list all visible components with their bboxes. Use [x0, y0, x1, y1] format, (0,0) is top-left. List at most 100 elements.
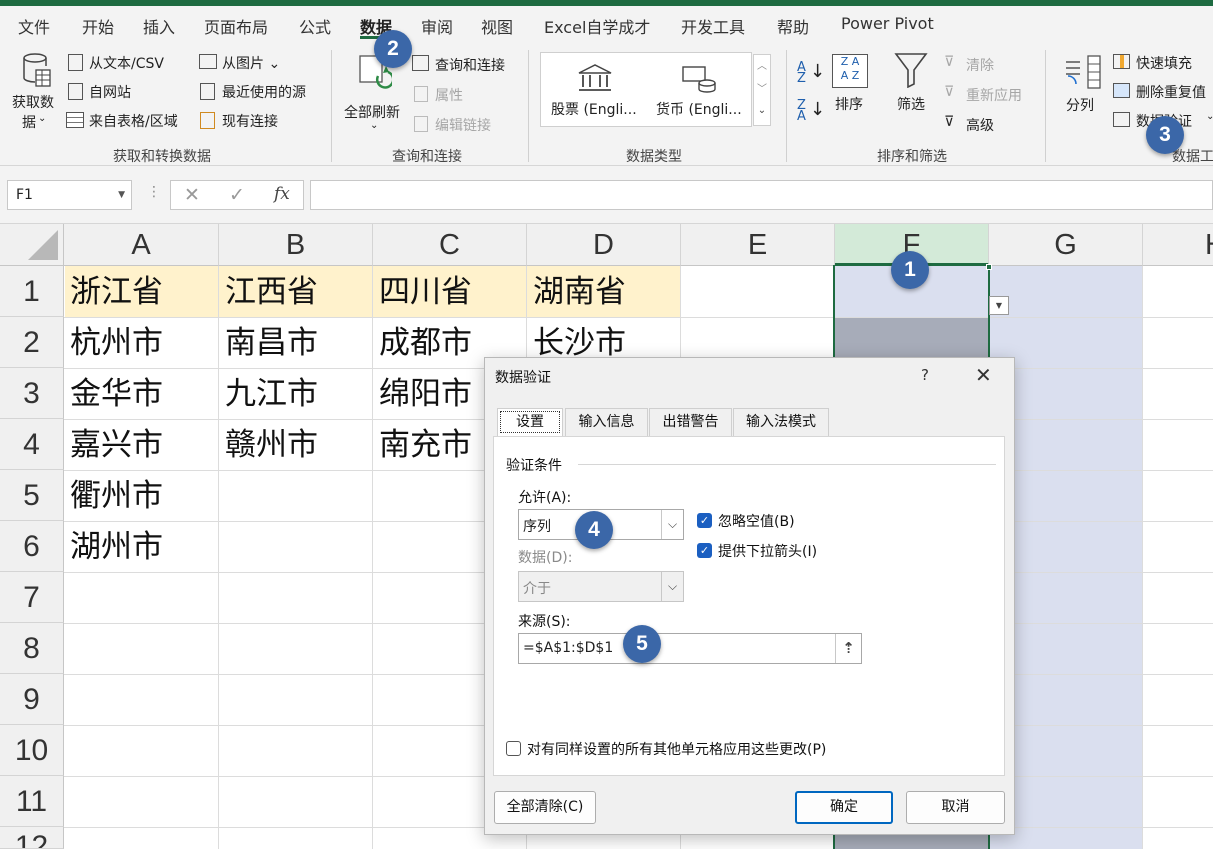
- sort-descending-icon[interactable]: ZA: [797, 99, 806, 123]
- apply-all-checkbox[interactable]: [506, 741, 521, 756]
- filter-funnel-icon[interactable]: [894, 52, 928, 88]
- fill-handle[interactable]: [986, 264, 992, 270]
- column-header-g[interactable]: G: [989, 224, 1143, 266]
- apply-all-label[interactable]: 对有同样设置的所有其他单元格应用这些更改(P): [527, 739, 826, 759]
- recent-sources-button[interactable]: 最近使用的源: [222, 82, 306, 102]
- row-header-3[interactable]: 3: [0, 368, 64, 419]
- from-text-csv-button[interactable]: 从文本/CSV: [89, 53, 164, 73]
- data-select[interactable]: 介于 ⌵: [518, 571, 684, 602]
- cell-a6[interactable]: 湖州市: [64, 522, 163, 572]
- row-header-1[interactable]: 1: [0, 266, 64, 317]
- tab-input-message[interactable]: 输入信息: [565, 408, 648, 436]
- dropdown-arrow-checkbox[interactable]: ✓: [697, 543, 712, 558]
- flash-fill-button[interactable]: 快速填充: [1136, 53, 1192, 73]
- cell-b4[interactable]: 赣州市: [219, 420, 318, 470]
- tab-help[interactable]: 帮助: [777, 14, 809, 38]
- ok-button[interactable]: 确定: [795, 791, 893, 824]
- drag-handle-icon[interactable]: ⋮: [147, 184, 161, 200]
- cell-c4[interactable]: 南充市: [373, 420, 472, 470]
- row-header-6[interactable]: 6: [0, 521, 64, 572]
- cell-b3[interactable]: 九江市: [219, 369, 318, 419]
- tab-excel-tips[interactable]: Excel自学成才: [544, 14, 650, 38]
- cell-b2[interactable]: 南昌市: [219, 318, 318, 368]
- clear-button[interactable]: 清除: [966, 55, 994, 75]
- reapply-button[interactable]: 重新应用: [966, 85, 1022, 105]
- row-header-4[interactable]: 4: [0, 419, 64, 470]
- close-icon[interactable]: ✕: [975, 363, 992, 387]
- cell-b1[interactable]: 江西省: [219, 267, 318, 317]
- cancel-icon[interactable]: ✕: [184, 184, 200, 206]
- cell-a4[interactable]: 嘉兴市: [64, 420, 163, 470]
- chevron-down-icon[interactable]: ▼: [118, 190, 125, 200]
- row-header-8[interactable]: 8: [0, 623, 64, 674]
- column-header-a[interactable]: A: [64, 224, 219, 266]
- get-data-button[interactable]: 获取数 据 ⌄: [12, 50, 60, 140]
- cell-a1[interactable]: 浙江省: [64, 267, 163, 317]
- sort-button[interactable]: 排序: [835, 94, 863, 114]
- formula-input[interactable]: [310, 180, 1213, 210]
- tab-home[interactable]: 开始: [82, 14, 114, 38]
- from-web-button[interactable]: 自网站: [89, 82, 131, 102]
- clear-all-button[interactable]: 全部清除(C): [494, 791, 596, 824]
- sort-grid-icon[interactable]: Z AA Z: [832, 54, 868, 88]
- cell-c1[interactable]: 四川省: [373, 267, 472, 317]
- column-header-b[interactable]: B: [219, 224, 373, 266]
- currency-button[interactable]: 货币 (Engli...: [656, 99, 742, 119]
- edit-links-button[interactable]: 编辑链接: [435, 115, 491, 135]
- confirm-icon[interactable]: ✓: [229, 184, 245, 206]
- row-header-11[interactable]: 11: [0, 776, 64, 827]
- text-to-columns-icon[interactable]: [1062, 54, 1102, 90]
- cell-a5[interactable]: 衢州市: [64, 471, 163, 521]
- select-all-corner[interactable]: [0, 224, 64, 266]
- column-header-e[interactable]: E: [681, 224, 835, 266]
- advanced-button[interactable]: 高级: [966, 115, 994, 135]
- gallery-scroll[interactable]: ︿ ﹀ ⌄: [753, 54, 771, 126]
- from-picture-button[interactable]: 从图片 ⌄: [222, 53, 280, 73]
- column-header-d[interactable]: D: [527, 224, 681, 266]
- tab-settings[interactable]: 设置: [497, 408, 563, 436]
- existing-connections-button[interactable]: 现有连接: [222, 111, 278, 131]
- chevron-down-icon[interactable]: ⌵: [661, 572, 683, 601]
- insert-function-icon[interactable]: fx: [274, 184, 290, 204]
- row-header-9[interactable]: 9: [0, 674, 64, 725]
- tab-page-layout[interactable]: 页面布局: [204, 14, 268, 38]
- cancel-button[interactable]: 取消: [906, 791, 1005, 824]
- cell-a2[interactable]: 杭州市: [64, 318, 163, 368]
- tab-review[interactable]: 审阅: [421, 14, 453, 38]
- tab-file[interactable]: 文件: [18, 14, 50, 38]
- gallery-more-icon[interactable]: ⌄: [754, 101, 770, 124]
- ignore-blank-checkbox[interactable]: ✓: [697, 513, 712, 528]
- text-to-columns-button[interactable]: 分列: [1066, 95, 1094, 115]
- properties-button[interactable]: 属性: [435, 85, 463, 105]
- cell-dropdown-arrow-icon[interactable]: ▼: [989, 296, 1009, 315]
- row-header-7[interactable]: 7: [0, 572, 64, 623]
- row-header-10[interactable]: 10: [0, 725, 64, 776]
- ignore-blank-label[interactable]: 忽略空值(B): [718, 511, 795, 531]
- chevron-down-icon[interactable]: ⌵: [661, 510, 683, 539]
- source-input[interactable]: =$A$1:$D$1 ⇡: [518, 633, 862, 664]
- dropdown-arrow-label[interactable]: 提供下拉箭头(I): [718, 541, 817, 561]
- column-header-c[interactable]: C: [373, 224, 527, 266]
- cell-c2[interactable]: 成都市: [373, 318, 472, 368]
- cell-a3[interactable]: 金华市: [64, 369, 163, 419]
- filter-button[interactable]: 筛选: [897, 94, 925, 114]
- tab-developer[interactable]: 开发工具: [681, 14, 745, 38]
- tab-error-alert[interactable]: 出错警告: [649, 408, 732, 436]
- cell-d1[interactable]: 湖南省: [527, 267, 626, 317]
- cell-c3[interactable]: 绵阳市: [373, 369, 472, 419]
- row-header-12[interactable]: 12: [0, 827, 64, 849]
- remove-duplicates-button[interactable]: 删除重复值: [1136, 82, 1206, 102]
- data-types-gallery[interactable]: 股票 (Engli... 货币 (Engli...: [540, 52, 752, 127]
- sort-ascending-icon[interactable]: AZ: [797, 61, 806, 85]
- scroll-up-icon[interactable]: ︿: [754, 55, 770, 78]
- queries-connections-button[interactable]: 查询和连接: [435, 55, 505, 75]
- collapse-dialog-icon[interactable]: ⇡: [835, 634, 861, 663]
- column-header-h[interactable]: H: [1143, 224, 1213, 266]
- stocks-button[interactable]: 股票 (Engli...: [551, 99, 637, 119]
- row-header-5[interactable]: 5: [0, 470, 64, 521]
- from-table-button[interactable]: 来自表格/区域: [89, 111, 178, 131]
- scroll-down-icon[interactable]: ﹀: [754, 78, 770, 101]
- tab-view[interactable]: 视图: [481, 14, 513, 38]
- help-icon[interactable]: ?: [921, 366, 929, 384]
- tab-formulas[interactable]: 公式: [299, 14, 331, 38]
